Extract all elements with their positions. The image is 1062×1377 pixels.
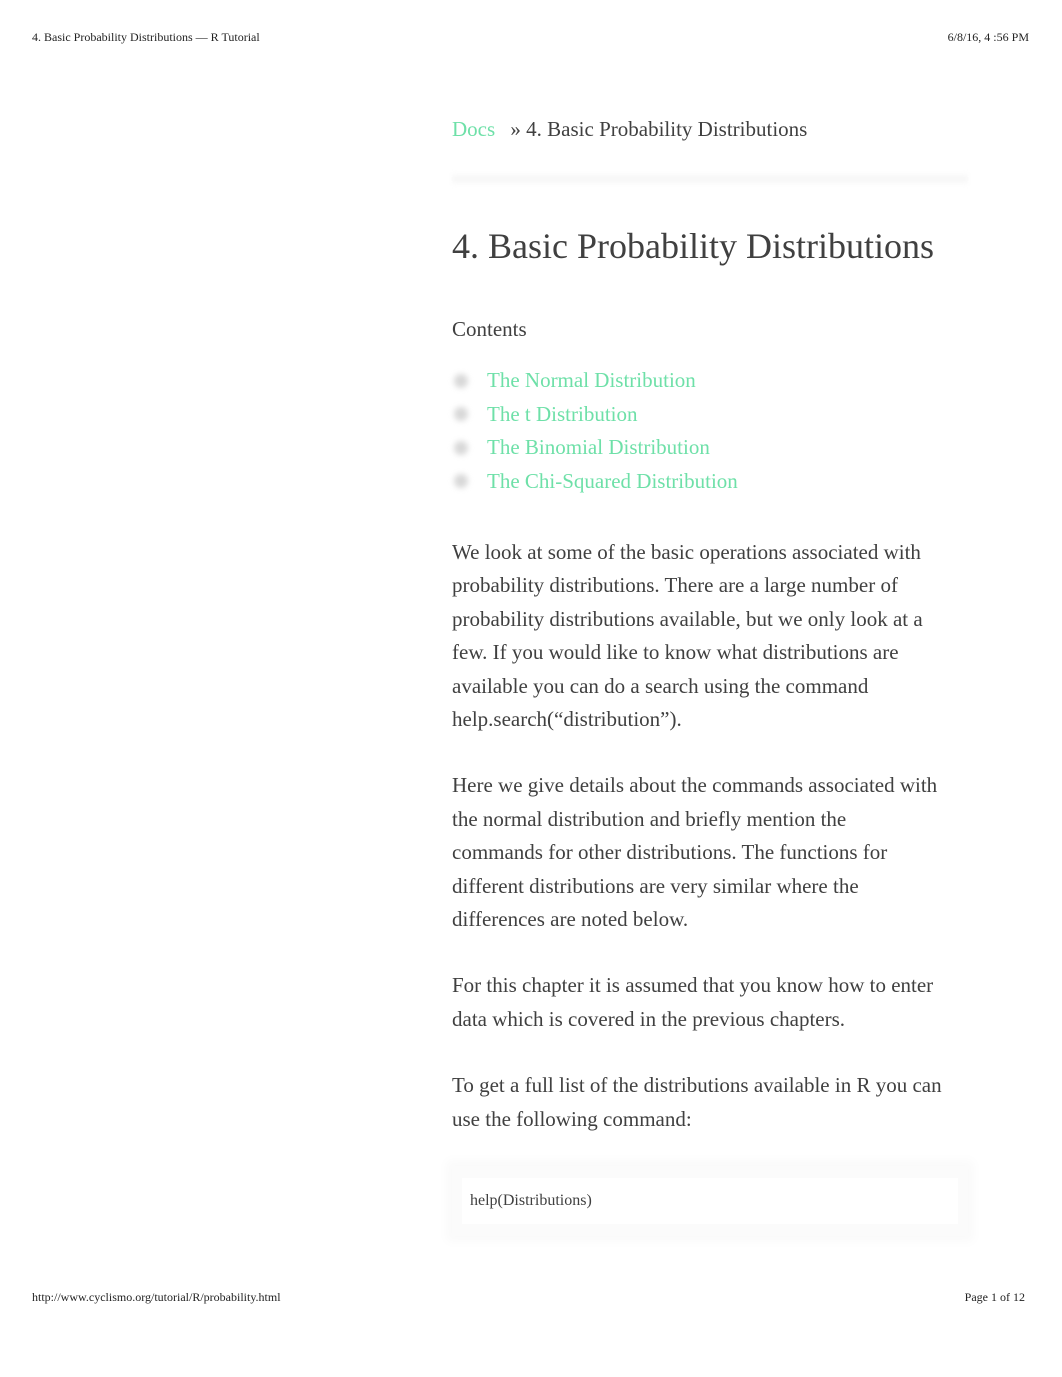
paragraph-full-list: To get a full list of the distributions … bbox=[452, 1073, 942, 1131]
bullet-icon bbox=[454, 440, 468, 455]
print-header-title: 4. Basic Probability Distributions — R T… bbox=[32, 30, 260, 44]
print-footer-page: Page 1 of 12 bbox=[964, 1290, 1025, 1304]
bullet-icon bbox=[454, 474, 468, 489]
bullet-icon bbox=[454, 407, 468, 422]
toc-link-binomial[interactable]: The Binomial Distribution bbox=[487, 431, 710, 465]
paragraph-assumption: For this chapter it is assumed that you … bbox=[452, 973, 934, 1031]
contents-heading: Contents bbox=[452, 317, 527, 341]
breadcrumb: Docs » 4. Basic Probability Distribution… bbox=[452, 114, 972, 144]
table-of-contents: The Normal Distribution The t Distributi… bbox=[452, 364, 972, 498]
print-header-datetime: 6/8/16, 4 :56 PM bbox=[947, 30, 1029, 44]
paragraph-intro: We look at some of the basic operations … bbox=[452, 540, 923, 732]
toc-link-t[interactable]: The t Distribution bbox=[487, 398, 638, 432]
toc-item: The Chi-Squared Distribution bbox=[452, 465, 972, 499]
toc-link-normal[interactable]: The Normal Distribution bbox=[487, 364, 696, 398]
code-text: help(Distributions) bbox=[462, 1178, 958, 1225]
print-footer-url: http://www.cyclismo.org/tutorial/R/proba… bbox=[32, 1290, 281, 1304]
code-block: help(Distributions) bbox=[452, 1166, 968, 1237]
toc-link-chi-squared[interactable]: The Chi-Squared Distribution bbox=[487, 465, 738, 499]
breadcrumb-docs-link[interactable]: Docs bbox=[452, 117, 495, 141]
paragraph-details: Here we give details about the commands … bbox=[452, 773, 938, 932]
toc-item: The Normal Distribution bbox=[452, 364, 972, 398]
breadcrumb-current: 4. Basic Probability Distributions bbox=[526, 117, 808, 141]
toc-item: The Binomial Distribution bbox=[452, 431, 972, 465]
toc-item: The t Distribution bbox=[452, 398, 972, 432]
main-content: Docs » 4. Basic Probability Distribution… bbox=[452, 114, 972, 1237]
bullet-icon bbox=[454, 373, 468, 388]
breadcrumb-separator: » bbox=[510, 117, 521, 141]
breadcrumb-divider bbox=[452, 172, 968, 186]
page-title: 4. Basic Probability Distributions bbox=[452, 226, 934, 266]
